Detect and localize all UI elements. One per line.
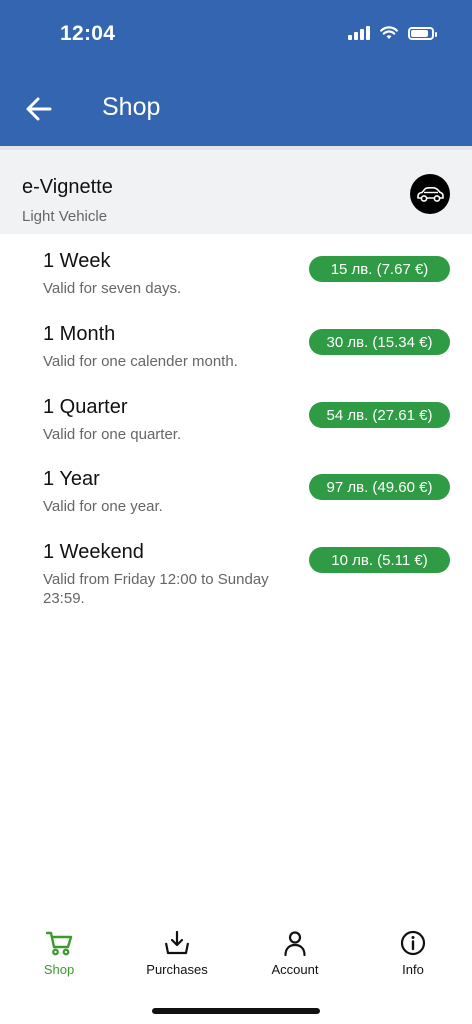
product-name: 1 Quarter <box>43 396 128 418</box>
product-item-1-year[interactable]: 1 Year Valid for one year. 97 лв. (49.60… <box>0 468 472 538</box>
cart-icon <box>45 931 73 956</box>
signal-icon <box>348 26 370 40</box>
product-description: Valid for seven days. <box>43 280 182 297</box>
tab-label: Info <box>402 962 424 977</box>
category-header: e-Vignette Light Vehicle <box>0 146 472 234</box>
tab-shop[interactable]: Shop <box>0 928 118 988</box>
tab-purchases[interactable]: Purchases <box>118 928 236 988</box>
price-button[interactable]: 54 лв. (27.61 €) <box>309 402 450 428</box>
info-icon <box>400 930 426 956</box>
price-button[interactable]: 15 лв. (7.67 €) <box>309 256 450 282</box>
app-header: 12:04 Shop <box>0 0 472 146</box>
category-subtitle: Light Vehicle <box>22 208 108 225</box>
price-button[interactable]: 30 лв. (15.34 €) <box>309 329 450 355</box>
price-button[interactable]: 10 лв. (5.11 €) <box>309 547 450 573</box>
tab-info[interactable]: Info <box>354 928 472 988</box>
car-icon <box>410 174 450 214</box>
tab-label: Shop <box>43 962 75 977</box>
home-indicator <box>152 1008 320 1014</box>
product-description: Valid for one quarter. <box>43 426 182 443</box>
download-tray-icon <box>164 930 190 955</box>
product-description: Valid from Friday 12:00 to Sunday 23:59. <box>43 571 269 607</box>
tab-label: Purchases <box>146 962 208 977</box>
product-item-1-month[interactable]: 1 Month Valid for one calender month. 30… <box>0 323 472 393</box>
back-button[interactable] <box>22 92 56 126</box>
product-name: 1 Week <box>43 250 111 272</box>
category-title: e-Vignette <box>22 176 113 198</box>
product-item-1-quarter[interactable]: 1 Quarter Valid for one quarter. 54 лв. … <box>0 396 472 466</box>
product-description: Valid for one calender month. <box>43 353 238 370</box>
wifi-icon <box>380 26 398 39</box>
tab-account[interactable]: Account <box>236 928 354 988</box>
product-item-1-week[interactable]: 1 Week Valid for seven days. 15 лв. (7.6… <box>0 250 472 320</box>
status-icons <box>348 26 437 40</box>
price-button[interactable]: 97 лв. (49.60 €) <box>309 474 450 500</box>
product-item-1-weekend[interactable]: 1 Weekend Valid from Friday 12:00 to Sun… <box>0 541 472 611</box>
product-name: 1 Year <box>43 468 100 490</box>
bottom-tab-bar: Shop Purchases Account Info <box>0 928 472 988</box>
product-description: Valid for one year. <box>43 498 163 515</box>
tab-label: Account <box>271 962 319 977</box>
page-title: Shop <box>102 93 161 121</box>
person-icon <box>284 931 306 957</box>
status-time: 12:04 <box>60 22 116 45</box>
battery-icon <box>408 26 437 40</box>
arrow-left-icon <box>26 97 52 121</box>
product-name: 1 Weekend <box>43 541 144 563</box>
product-name: 1 Month <box>43 323 116 345</box>
